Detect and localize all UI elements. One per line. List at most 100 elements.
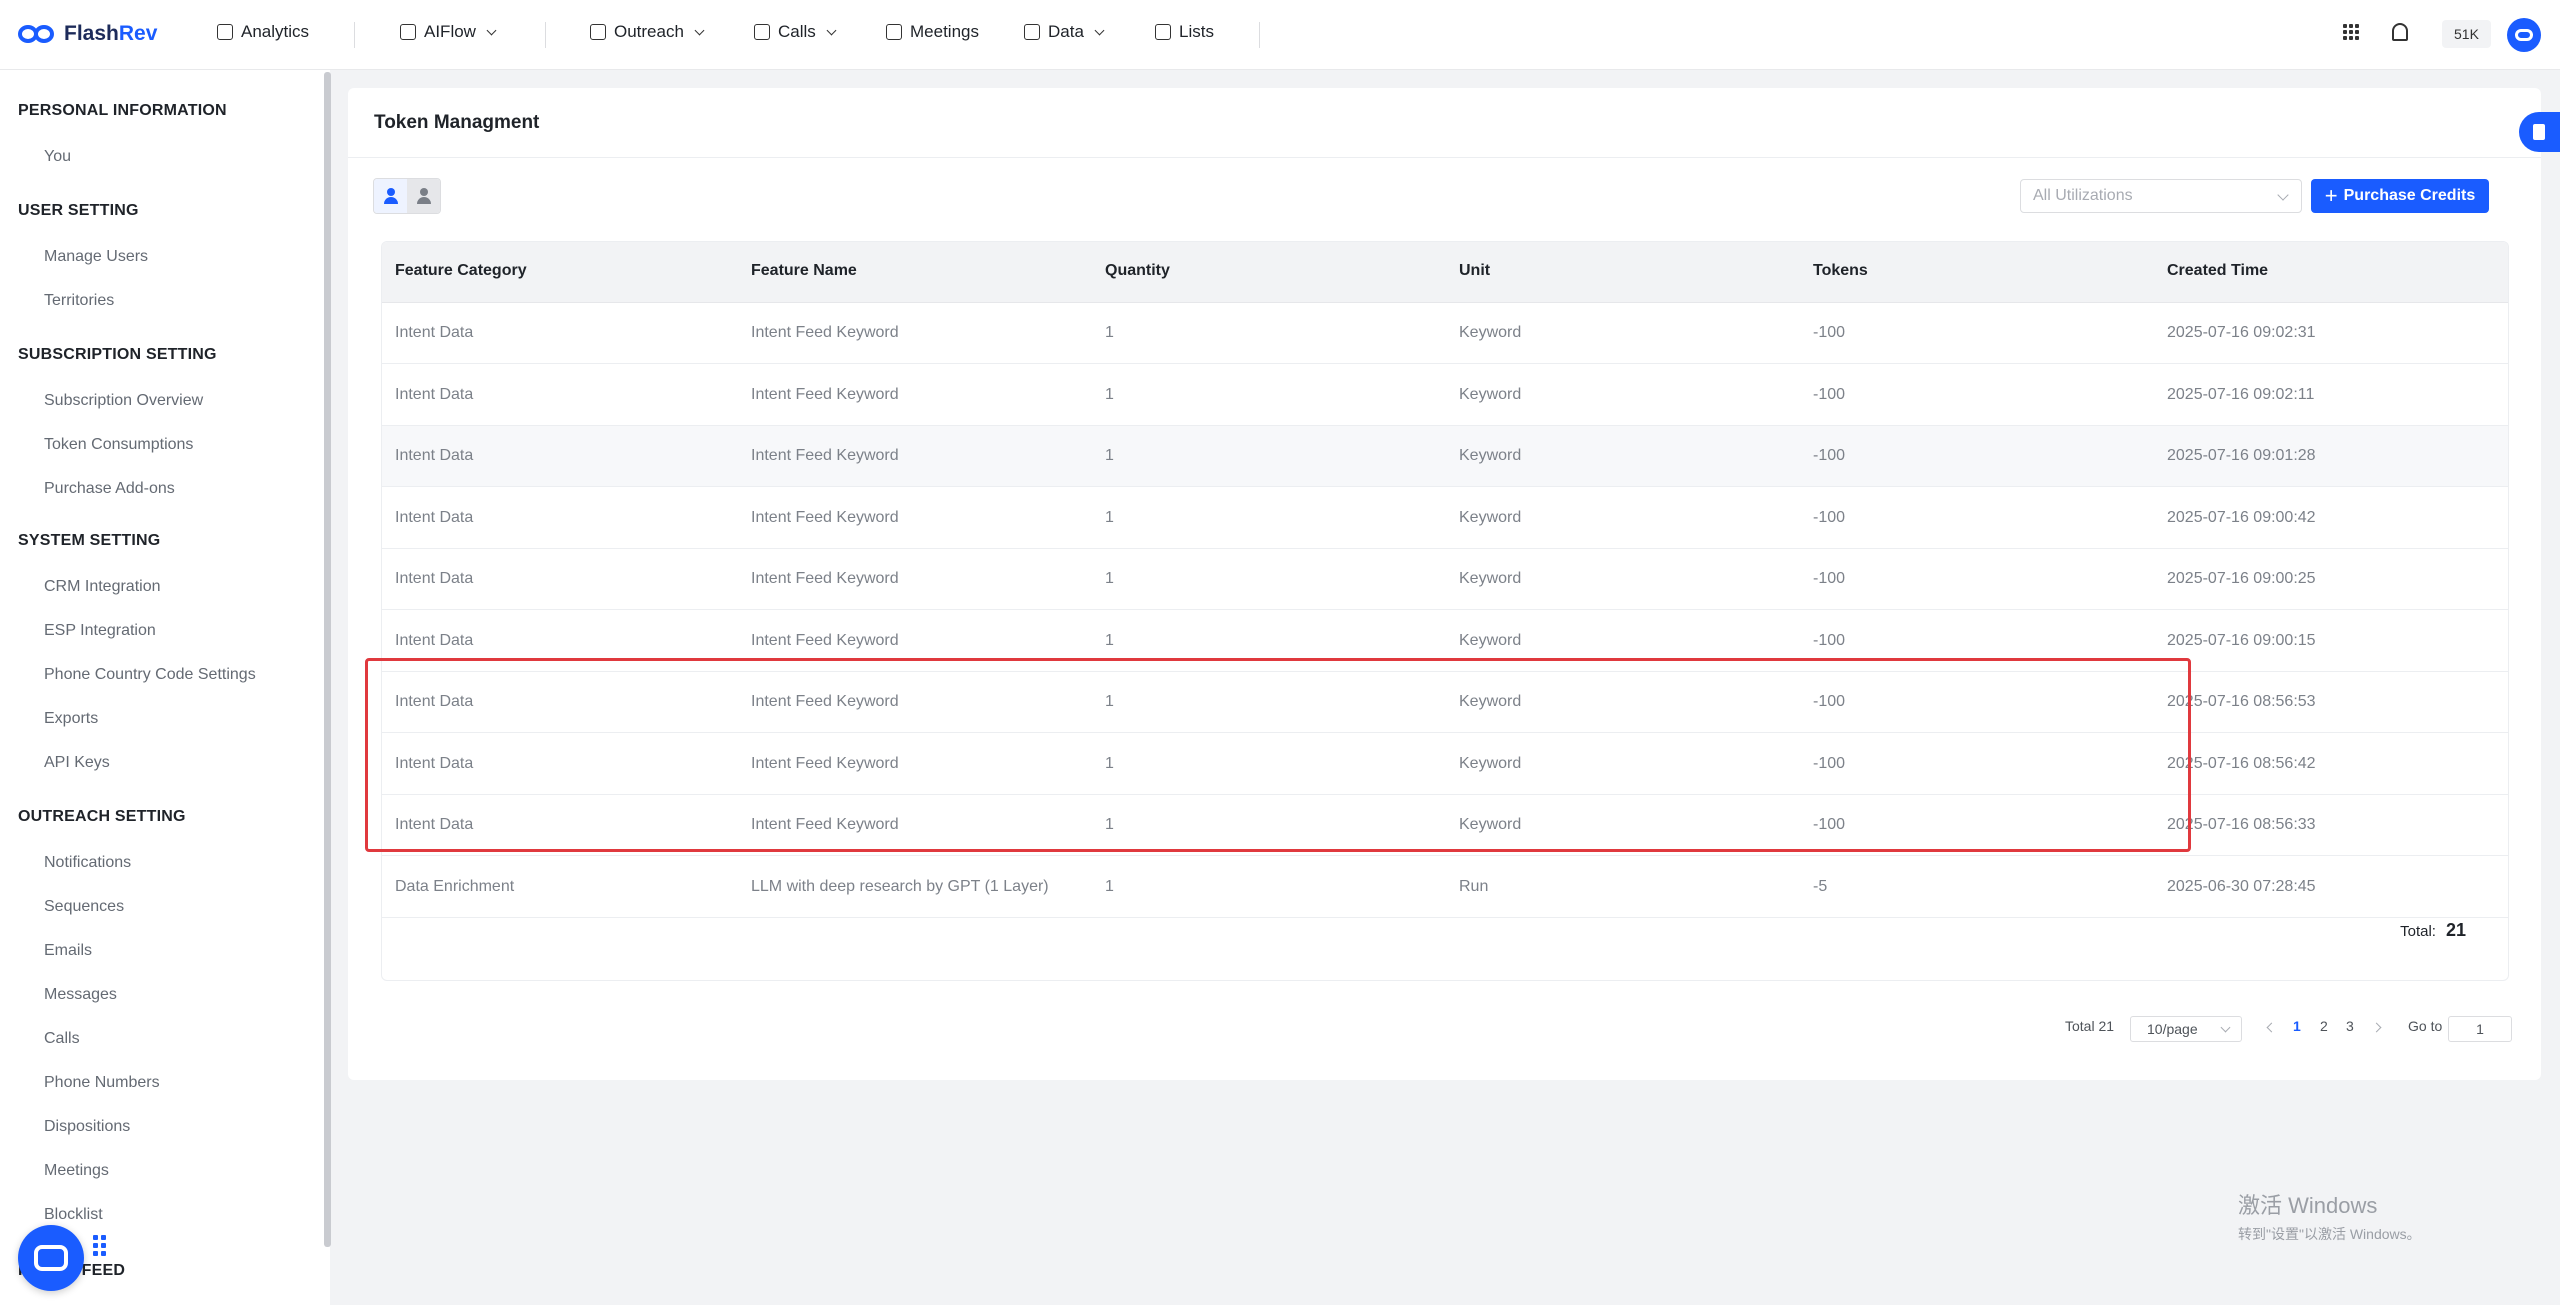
table-row[interactable]: Data Enrichment LLM with deep research by… — [382, 857, 2508, 918]
sidebar-item-exports[interactable]: Exports — [44, 710, 98, 728]
document-icon — [2533, 124, 2545, 140]
sidebar-item-emails[interactable]: Emails — [44, 942, 92, 960]
cell-quantity: 1 — [1105, 816, 1114, 833]
sidebar-scrollbar[interactable] — [324, 72, 331, 1247]
sidebar-item-calls[interactable]: Calls — [44, 1030, 80, 1048]
sidebar-item-notifications[interactable]: Notifications — [44, 854, 131, 872]
page-1[interactable]: 1 — [2293, 1018, 2301, 1034]
nav-calls-label: Calls — [778, 22, 816, 41]
sidebar-item-crm-integration[interactable]: CRM Integration — [44, 578, 161, 596]
view-toggle — [373, 178, 441, 214]
cell-tokens: -100 — [1813, 508, 1846, 526]
sidebar-item-purchase-add-ons[interactable]: Purchase Add-ons — [44, 480, 175, 498]
sidebar-item-subscription-overview[interactable]: Subscription Overview — [44, 392, 203, 410]
personal-view-button[interactable] — [374, 179, 407, 213]
table-row[interactable]: Intent Data Intent Feed Keyword 1 Keyword -1… — [382, 611, 2508, 672]
apps-grid-icon[interactable] — [2343, 24, 2359, 40]
table-row[interactable]: Intent Data Intent Feed Keyword 1 Keyword -1… — [382, 426, 2508, 487]
table-row[interactable]: Intent Data Intent Feed Keyword 1 Keyword -1… — [382, 734, 2508, 795]
column-quantity[interactable]: Quantity — [1105, 262, 1170, 280]
cell-category: Intent Data — [395, 816, 474, 833]
section-personal-information: PERSONAL INFORMATION — [18, 102, 227, 119]
purchase-credits-button[interactable]: + Purchase Credits — [2311, 179, 2489, 213]
token-management-card: Token Managment All Utilizations + Purch… — [348, 88, 2541, 1080]
title-divider — [348, 157, 2541, 158]
column-created-time[interactable]: Created Time — [2167, 262, 2268, 280]
table-row[interactable]: Intent Data Intent Feed Keyword 1 Keyword -1… — [382, 365, 2508, 426]
nav-data[interactable]: Data — [1024, 22, 1105, 42]
sidebar-item-phone-country-code[interactable]: Phone Country Code Settings — [44, 666, 256, 684]
drag-handle-icon[interactable] — [93, 1235, 106, 1256]
nav-meetings[interactable]: Meetings — [886, 22, 979, 42]
sidebar-item-esp-integration[interactable]: ESP Integration — [44, 622, 156, 640]
watermark-line2: 转到"设置"以激活 Windows。 — [2238, 1226, 2421, 1242]
cell-feature-name: Intent Feed Keyword — [751, 324, 899, 341]
sidebar-item-territories[interactable]: Territories — [44, 292, 114, 310]
cell-created-time: 2025-07-16 08:56:42 — [2167, 754, 2316, 772]
table-row[interactable]: Intent Data Intent Feed Keyword 1 Keyword -1… — [382, 672, 2508, 733]
chevron-down-icon — [694, 25, 705, 35]
cell-tokens: -100 — [1813, 631, 1846, 649]
user-icon — [383, 188, 398, 204]
page-size-value: 10/page — [2147, 1021, 2198, 1037]
sidebar-item-meetings[interactable]: Meetings — [44, 1162, 109, 1180]
column-tokens[interactable]: Tokens — [1813, 262, 1868, 280]
goto-page-input[interactable]: 1 — [2448, 1016, 2512, 1042]
nav-analytics[interactable]: Analytics — [217, 22, 309, 42]
nav-lists[interactable]: Lists — [1155, 22, 1214, 42]
page-size-select[interactable]: 10/page — [2130, 1016, 2242, 1042]
team-view-button[interactable] — [407, 179, 440, 213]
cell-quantity: 1 — [1105, 385, 1114, 403]
watermark-line1: 激活 Windows — [2238, 1193, 2378, 1218]
cell-unit: Keyword — [1459, 324, 1522, 341]
avatar[interactable] — [2507, 18, 2541, 52]
nav-aiflow[interactable]: AIFlow — [400, 22, 497, 42]
chat-support-button[interactable] — [18, 1225, 84, 1291]
chevron-down-icon — [486, 25, 497, 35]
cell-created-time: 2025-07-16 09:00:42 — [2167, 508, 2316, 526]
cell-created-time: 2025-07-16 09:00:15 — [2167, 631, 2316, 649]
cell-category: Intent Data — [395, 324, 474, 341]
cell-unit: Keyword — [1459, 693, 1522, 710]
column-feature-category[interactable]: Feature Category — [395, 262, 527, 280]
cell-tokens: -100 — [1813, 324, 1846, 341]
sidebar-item-api-keys[interactable]: API Keys — [44, 754, 110, 772]
cell-feature-name: LLM with deep research by GPT (1 Layer) — [751, 877, 1049, 895]
logo-text-part2: Rev — [118, 22, 158, 45]
nav-meetings-label: Meetings — [910, 22, 979, 41]
nav-calls[interactable]: Calls — [754, 22, 837, 42]
column-unit[interactable]: Unit — [1459, 262, 1490, 280]
flashrev-logo[interactable]: Flash Rev — [18, 22, 157, 46]
table-row[interactable]: Intent Data Intent Feed Keyword 1 Keyword -1… — [382, 795, 2508, 856]
sidebar-item-you[interactable]: You — [44, 148, 71, 166]
sidebar-item-messages[interactable]: Messages — [44, 986, 117, 1004]
sidebar-item-phone-numbers[interactable]: Phone Numbers — [44, 1074, 160, 1092]
utilization-filter-select[interactable]: All Utilizations — [2020, 179, 2302, 213]
cell-unit: Run — [1459, 877, 1489, 895]
page-3[interactable]: 3 — [2346, 1018, 2354, 1034]
nav-divider — [354, 22, 355, 48]
table-row[interactable]: Intent Data Intent Feed Keyword 1 Keyword -1… — [382, 303, 2508, 364]
nav-divider — [545, 22, 546, 48]
cell-unit: Keyword — [1459, 385, 1522, 403]
cell-feature-name: Intent Feed Keyword — [751, 754, 899, 772]
sidebar-item-blocklist[interactable]: Blocklist — [44, 1206, 103, 1224]
column-feature-name[interactable]: Feature Name — [751, 262, 857, 280]
credits-badge[interactable]: 51K — [2442, 20, 2491, 48]
cell-quantity: 1 — [1105, 693, 1114, 710]
nav-divider — [1259, 22, 1260, 48]
sidebar-item-sequences[interactable]: Sequences — [44, 898, 124, 916]
sidebar-item-dispositions[interactable]: Dispositions — [44, 1118, 130, 1136]
cell-category: Intent Data — [395, 754, 474, 772]
table-row[interactable]: Intent Data Intent Feed Keyword 1 Keyword -1… — [382, 549, 2508, 610]
nav-outreach[interactable]: Outreach — [590, 22, 705, 42]
cell-category: Intent Data — [395, 447, 474, 464]
sidebar-item-token-consumptions[interactable]: Token Consumptions — [44, 436, 193, 454]
side-panel-tab[interactable] — [2519, 112, 2560, 152]
table-row[interactable]: Intent Data Intent Feed Keyword 1 Keyword -1… — [382, 488, 2508, 549]
page-title: Token Managment — [374, 112, 540, 133]
bell-icon[interactable] — [2392, 23, 2408, 41]
cell-quantity: 1 — [1105, 324, 1114, 341]
sidebar-item-manage-users[interactable]: Manage Users — [44, 248, 148, 266]
page-2[interactable]: 2 — [2320, 1018, 2328, 1034]
